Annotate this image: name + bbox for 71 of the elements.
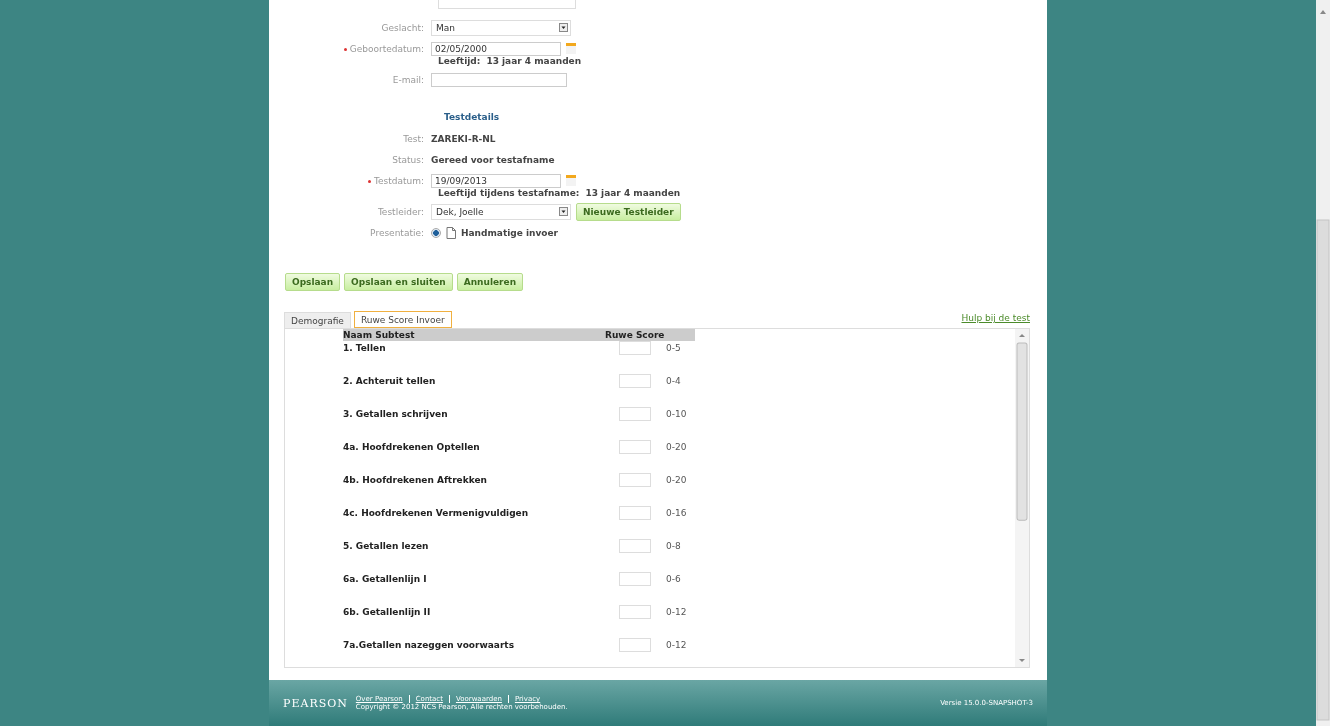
field-label: Geslacht: [380, 22, 425, 33]
subtest-name: 6b. Getallenlijn II [343, 606, 432, 617]
section-title: Testdetails [444, 112, 501, 122]
required-dot [368, 179, 371, 183]
table-scrollbar[interactable] [1015, 329, 1029, 667]
subtest-name: 7a.Getallen nazeggen voorwaarts [343, 639, 516, 650]
field-label: Presentatie: [369, 227, 425, 238]
score-input[interactable] [619, 638, 651, 652]
field-label: Geboortedatum: [269, 43, 431, 54]
age-value: 13 jaar 4 maanden [486, 56, 582, 66]
subtest-name: 3. Getallen schrijven [343, 408, 449, 419]
subtest-name: 1. Tellen [343, 342, 387, 353]
field-label: E-mail: [391, 74, 425, 85]
field-label: Testdatum: [269, 175, 431, 186]
input-field[interactable] [438, 0, 576, 9]
date-field[interactable]: 19/09/2013 [431, 173, 561, 188]
age-value: 13 jaar 4 maanden [585, 188, 681, 198]
subtest-name: 4c. Hoofdrekenen Vermenigvuldigen [343, 507, 530, 518]
score-range: 0-4 [666, 375, 681, 386]
action-button[interactable]: Opslaan [285, 273, 341, 291]
subtest-name: 2. Achteruit tellen [343, 375, 437, 386]
radio-button[interactable] [431, 227, 441, 238]
score-input[interactable] [619, 539, 651, 553]
score-range: 0-20 [666, 441, 687, 452]
score-range: 0-12 [666, 639, 687, 650]
score-range: 0-6 [666, 573, 681, 584]
score-input[interactable] [619, 506, 651, 520]
subtest-name: 5. Getallen lezen [343, 540, 430, 551]
field-value: ZAREKI-R-NL [431, 133, 496, 144]
calendar-icon[interactable] [566, 43, 576, 54]
dropdown[interactable]: Man [431, 19, 571, 36]
pearson-logo: PEARSON [283, 696, 348, 710]
field-label: Testleider: [376, 206, 425, 217]
score-input[interactable] [619, 341, 651, 355]
date-field[interactable]: 02/05/2000 [431, 41, 561, 56]
required-dot [343, 47, 347, 51]
age-label: Leeftijd: [438, 56, 481, 66]
score-range: 0-12 [666, 606, 687, 617]
subtest-name: 4b. Hoofdrekenen Aftrekken [343, 474, 488, 485]
score-input[interactable] [619, 473, 651, 487]
dropdown-caret-icon[interactable] [559, 23, 568, 32]
score-range: 0-20 [666, 474, 687, 485]
dropdown-caret-icon[interactable] [559, 207, 568, 216]
action-button[interactable]: Opslaan en sluiten [344, 273, 453, 291]
field-value: Gereed voor testafname [431, 154, 555, 165]
score-input[interactable] [619, 572, 651, 586]
document-icon [446, 226, 456, 239]
subtest-name: 4a. Hoofdrekenen Optellen [343, 441, 481, 452]
action-button[interactable]: Annuleren [456, 273, 524, 291]
score-input[interactable] [619, 605, 651, 619]
score-range: 0-16 [666, 507, 687, 518]
tab[interactable]: Ruwe Score Invoer [353, 311, 452, 328]
score-range: 0-10 [666, 408, 687, 419]
dropdown[interactable]: Dek, Joelle [431, 203, 571, 220]
subtest-name: 6a. Getallenlijn I [343, 573, 428, 584]
score-range: 0-5 [666, 342, 681, 353]
score-input[interactable] [619, 374, 651, 388]
email-field[interactable] [431, 72, 567, 87]
score-input[interactable] [619, 407, 651, 421]
option-label: Handmatige invoer [461, 227, 559, 238]
new-test-leader-button[interactable]: Nieuwe Testleider [576, 202, 681, 221]
help-link[interactable]: Hulp bij de test [961, 313, 1030, 323]
tab[interactable]: Demografie [284, 312, 351, 328]
field-label: Test: [402, 133, 425, 144]
age-label: Leeftijd tijdens testafname: [438, 188, 580, 198]
score-range: 0-8 [666, 540, 681, 551]
field-label: Status: [391, 154, 425, 165]
column-header: Ruwe Score [605, 330, 665, 340]
column-header: Naam Subtest [343, 330, 416, 340]
score-input[interactable] [619, 440, 651, 454]
calendar-icon[interactable] [566, 175, 576, 186]
